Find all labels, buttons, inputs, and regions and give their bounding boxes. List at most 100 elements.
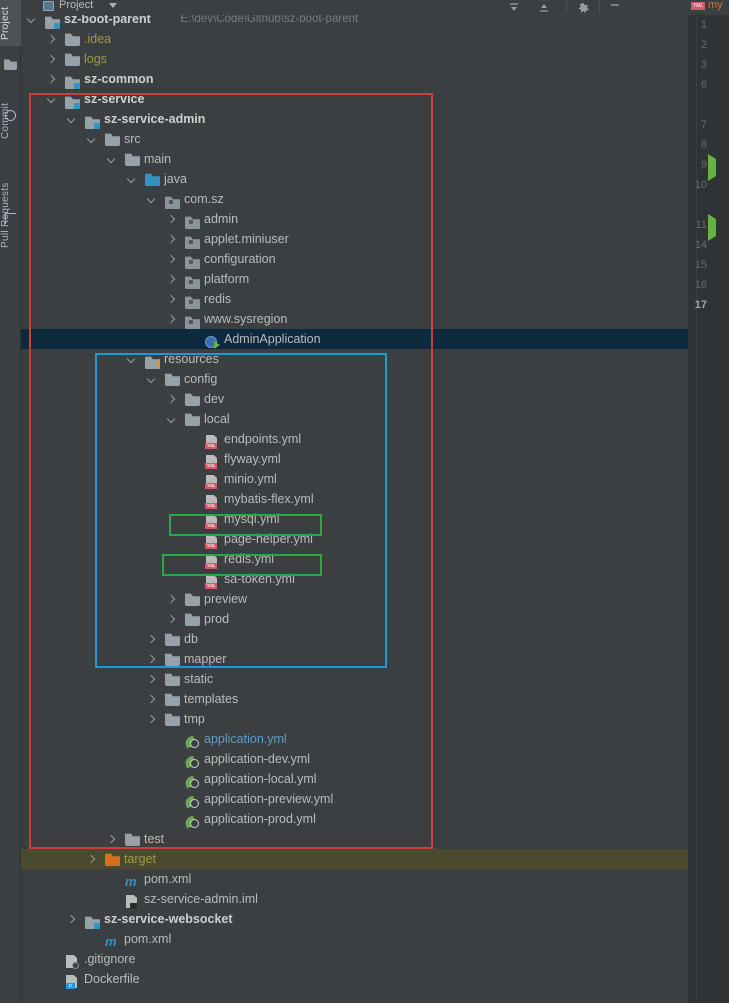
chevron-right-icon[interactable] [167, 395, 176, 404]
expand-all-icon[interactable] [538, 2, 550, 16]
tree-node-com-sz[interactable]: com.sz [21, 189, 688, 209]
tree-node-redis-yml[interactable]: YML redis.yml [21, 549, 688, 569]
tree-node-tmp[interactable]: tmp [21, 709, 688, 729]
chevron-down-icon[interactable] [127, 355, 136, 364]
yml-file-icon: YML [205, 555, 218, 569]
chevron-right-icon[interactable] [147, 675, 156, 684]
tree-node-resources[interactable]: resources [21, 349, 688, 369]
chevron-down-icon[interactable] [107, 155, 116, 164]
run-gutter-icon[interactable] [708, 214, 716, 241]
tree-node-platform[interactable]: platform [21, 269, 688, 289]
tree-node-sz-boot-parent[interactable]: sz-boot-parent E:\dev\Code\Github\sz-boot… [21, 15, 688, 29]
chevron-right-icon[interactable] [167, 295, 176, 304]
tree-node-minio-yml[interactable]: YML minio.yml [21, 469, 688, 489]
tree-node-preview[interactable]: preview [21, 589, 688, 609]
tree-node-idea[interactable]: .idea [21, 29, 688, 49]
project-path-label: E:\dev\Code\Github\sz-boot-parent [180, 15, 359, 25]
chevron-right-icon[interactable] [47, 75, 56, 84]
tree-node-pom-xml[interactable]: m pom.xml [21, 869, 688, 889]
tree-node-flyway-yml[interactable]: YML flyway.yml [21, 449, 688, 469]
tree-node-prod[interactable]: prod [21, 609, 688, 629]
tree-node-application-prod-yml[interactable]: application-prod.yml [21, 809, 688, 829]
chevron-right-icon[interactable] [67, 915, 76, 924]
tree-node-adminapplication[interactable]: AdminApplication [21, 329, 688, 349]
tree-node-sz-service-admin[interactable]: sz-service-admin [21, 109, 688, 129]
tree-node-db[interactable]: db [21, 629, 688, 649]
chevron-down-icon[interactable] [127, 175, 136, 184]
chevron-down-icon[interactable] [47, 95, 56, 104]
tree-node-configuration[interactable]: configuration [21, 249, 688, 269]
chevron-right-icon[interactable] [167, 615, 176, 624]
tree-node-main[interactable]: main [21, 149, 688, 169]
chevron-right-icon[interactable] [107, 835, 116, 844]
tree-node-dockerfile[interactable]: D Dockerfile [21, 969, 688, 989]
tree-node-dev[interactable]: dev [21, 389, 688, 409]
tree-node-test[interactable]: test [21, 829, 688, 849]
tree-node-label: page-helper.yml [224, 532, 313, 546]
chevron-right-icon[interactable] [147, 715, 156, 724]
tree-node-sz-service-websocket[interactable]: sz-service-websocket [21, 909, 688, 929]
tree-node-mapper[interactable]: mapper [21, 649, 688, 669]
tree-node-admin[interactable]: admin [21, 209, 688, 229]
tree-node-application-dev-yml[interactable]: application-dev.yml [21, 749, 688, 769]
chevron-right-icon[interactable] [47, 55, 56, 64]
package-icon [165, 196, 180, 209]
chevron-down-icon[interactable] [147, 195, 156, 204]
tree-node-java[interactable]: java [21, 169, 688, 189]
chevron-right-icon[interactable] [167, 235, 176, 244]
tree-node-page-helper-yml[interactable]: YML page-helper.yml [21, 529, 688, 549]
tree-node-sz-service[interactable]: sz-service [21, 89, 688, 109]
tree-node-label: application-preview.yml [204, 792, 334, 806]
tool-tab-project[interactable]: Project [0, 0, 21, 46]
chevron-down-icon[interactable] [67, 115, 76, 124]
chevron-right-icon[interactable] [87, 855, 96, 864]
tree-node-www-sysregion[interactable]: www.sysregion [21, 309, 688, 329]
editor-tab-header[interactable]: YML my [688, 0, 729, 15]
tree-node-label: dev [204, 392, 225, 406]
chevron-right-icon[interactable] [167, 595, 176, 604]
tree-node-application-preview-yml[interactable]: application-preview.yml [21, 789, 688, 809]
run-gutter-icon[interactable] [708, 154, 716, 181]
chevron-right-icon[interactable] [47, 35, 56, 44]
chevron-right-icon[interactable] [147, 695, 156, 704]
chevron-down-icon[interactable] [147, 375, 156, 384]
chevron-right-icon[interactable] [147, 635, 156, 644]
tree-node-applet-miniuser[interactable]: applet.miniuser [21, 229, 688, 249]
chevron-down-icon[interactable] [109, 3, 117, 8]
hide-icon[interactable] [609, 2, 621, 16]
tree-node-templates[interactable]: templates [21, 689, 688, 709]
tree-node-sa-token-yml[interactable]: YML sa-token.yml [21, 569, 688, 589]
tool-tab-commit[interactable]: Commit [0, 85, 21, 157]
chevron-down-icon[interactable] [167, 415, 176, 424]
tree-node-sz-common[interactable]: sz-common [21, 69, 688, 89]
editor-tab-filename: my [708, 0, 723, 11]
tree-node-src[interactable]: src [21, 129, 688, 149]
chevron-right-icon[interactable] [167, 275, 176, 284]
chevron-right-icon[interactable] [167, 315, 176, 324]
tree-node-application-local-yml[interactable]: application-local.yml [21, 769, 688, 789]
tree-node-mysql-yml[interactable]: YML mysql.yml [21, 509, 688, 529]
tree-node-endpoints-yml[interactable]: YML endpoints.yml [21, 429, 688, 449]
project-folder-icon [4, 59, 17, 70]
chevron-right-icon[interactable] [167, 255, 176, 264]
tree-node-sz-service-admin-iml[interactable]: sz-service-admin.iml [21, 889, 688, 909]
tree-node-local[interactable]: local [21, 409, 688, 429]
tree-node-pom-xml[interactable]: m pom.xml [21, 929, 688, 949]
tree-node-redis[interactable]: redis [21, 289, 688, 309]
chevron-right-icon[interactable] [147, 655, 156, 664]
tree-node-static[interactable]: static [21, 669, 688, 689]
project-tree[interactable]: sz-boot-parent E:\dev\Code\Github\sz-boot… [21, 15, 688, 1003]
chevron-down-icon[interactable] [87, 135, 96, 144]
tree-node-mybatis-flex-yml[interactable]: YML mybatis-flex.yml [21, 489, 688, 509]
chevron-down-icon[interactable] [27, 15, 36, 24]
tree-node-label: sa-token.yml [224, 572, 295, 586]
chevron-right-icon[interactable] [167, 215, 176, 224]
package-icon [185, 316, 200, 329]
tree-node-application-yml[interactable]: application.yml [21, 729, 688, 749]
collapse-all-icon[interactable] [508, 2, 520, 16]
tree-node-gitignore[interactable]: .gitignore [21, 949, 688, 969]
tree-node-config[interactable]: config [21, 369, 688, 389]
tree-node-target[interactable]: target [21, 849, 688, 869]
gutter-line-number: 16 [694, 279, 707, 291]
tree-node-logs[interactable]: logs [21, 49, 688, 69]
